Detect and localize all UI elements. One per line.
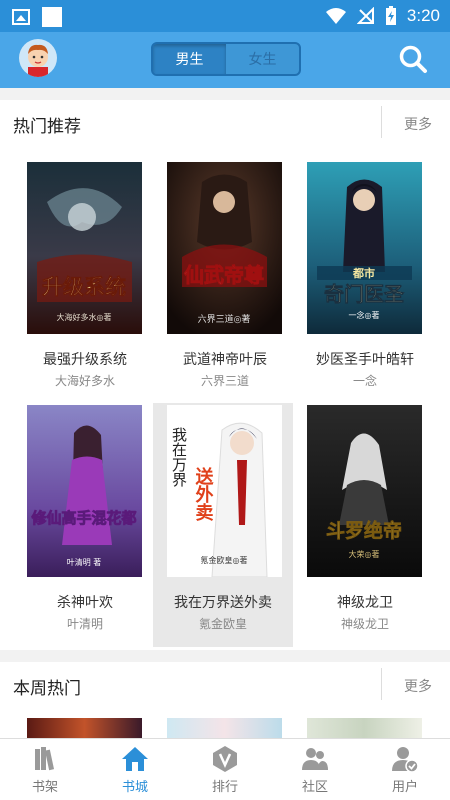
- book-cover: 仙武帝尊 六界三道◎著: [167, 162, 282, 334]
- status-time: 3:20: [406, 6, 440, 25]
- book-title: 最强升级系统: [43, 352, 127, 368]
- home-icon: [122, 747, 148, 771]
- cover-title-text: 斗罗绝帝: [326, 519, 402, 542]
- book-cover[interactable]: [27, 718, 142, 738]
- book-author: 氪金欧皇: [198, 617, 247, 631]
- cover-title-text: 仙武帝尊: [184, 263, 264, 287]
- cover-top-text: 都市: [352, 266, 375, 280]
- hot-recommend-section: 热门推荐 更多 升级系统 大海好多水◎著 最强升级系统 大海好多水 仙武帝尊 六…: [0, 100, 450, 650]
- divider: [381, 106, 382, 138]
- book-cover: 升级系统 大海好多水◎著: [27, 162, 142, 334]
- book-item[interactable]: 我在万界 送外卖 氪金欧皇◎著 我在万界送外卖 氪金欧皇: [153, 403, 293, 647]
- book-author: 一念: [352, 374, 377, 388]
- avatar[interactable]: [19, 39, 57, 77]
- book-title: 神级龙卫: [337, 595, 393, 611]
- tab-bookstore[interactable]: 书城: [90, 739, 180, 800]
- book-item[interactable]: 升级系统 大海好多水◎著 最强升级系统 大海好多水: [15, 162, 155, 402]
- cover-author-text: 六界三道◎著: [198, 313, 251, 325]
- tab-user[interactable]: 用户: [360, 739, 450, 800]
- book-author: 叶清明: [66, 617, 103, 631]
- tab-label: 书城: [121, 780, 148, 795]
- book-author: 大海好多水: [54, 374, 115, 388]
- weekly-hot-section: 本周热门 更多: [0, 662, 450, 738]
- community-icon: [302, 748, 328, 770]
- wifi-icon: [325, 8, 346, 24]
- book-item[interactable]: 修仙高手混花都 叶清明 著 杀神叶欢 叶清明: [15, 405, 155, 645]
- tab-ranking[interactable]: 排行: [180, 739, 270, 800]
- divider: [381, 668, 382, 700]
- cover-author-text: 一念◎著: [349, 310, 380, 320]
- book-cover[interactable]: [307, 718, 422, 738]
- bottom-tab-bar: 书架 书城 排行 社区 用户: [0, 738, 450, 800]
- cover-title-text: 修仙高手混花都: [30, 509, 136, 527]
- tab-male[interactable]: 男生: [153, 44, 226, 74]
- app-notification-icon: [42, 7, 62, 27]
- book-title: 武道神帝叶辰: [183, 352, 267, 368]
- tab-community[interactable]: 社区: [270, 739, 360, 800]
- app-header: 男生 女生: [0, 32, 450, 88]
- cover-author-text: 大荣◎著: [349, 549, 380, 559]
- cover-title-text: 奇门医圣: [324, 282, 405, 306]
- book-item[interactable]: 仙武帝尊 六界三道◎著 武道神帝叶辰 六界三道: [155, 162, 295, 402]
- ranking-icon: [213, 746, 237, 772]
- tab-label: 排行: [211, 780, 238, 795]
- book-title: 妙医圣手叶皓轩: [316, 352, 414, 368]
- status-bar: 3:20: [0, 0, 450, 32]
- tab-female[interactable]: 女生: [226, 44, 299, 74]
- section-title: 本周热门: [13, 679, 81, 699]
- search-icon[interactable]: [398, 44, 428, 74]
- cover-author-text: 叶清明 著: [67, 557, 102, 567]
- book-title: 我在万界送外卖: [174, 595, 272, 611]
- bookshelf-icon: [35, 747, 55, 771]
- more-link[interactable]: 更多: [404, 114, 432, 134]
- book-author: 六界三道: [200, 374, 249, 388]
- no-signal-icon: [356, 7, 374, 24]
- cover-title-text: 送外卖: [193, 466, 215, 522]
- cover-title-text: 我在万界: [170, 427, 188, 487]
- tab-label: 用户: [391, 780, 418, 795]
- cover-author-text: 大海好多水◎著: [57, 312, 112, 322]
- book-cover: 修仙高手混花都 叶清明 著: [27, 405, 142, 577]
- book-cover[interactable]: [167, 718, 282, 738]
- cover-title-text: 升级系统: [42, 274, 126, 299]
- book-cover: 我在万界 送外卖 氪金欧皇◎著: [167, 405, 282, 577]
- section-title: 热门推荐: [13, 117, 81, 137]
- more-link[interactable]: 更多: [404, 676, 432, 696]
- book-item[interactable]: 斗罗绝帝 大荣◎著 神级龙卫 神级龙卫: [295, 405, 435, 645]
- tab-label: 书架: [31, 780, 58, 795]
- user-icon: [392, 747, 419, 773]
- bookstore-content[interactable]: 热门推荐 更多 升级系统 大海好多水◎著 最强升级系统 大海好多水 仙武帝尊 六…: [0, 88, 450, 738]
- book-author: 神级龙卫: [340, 617, 389, 631]
- book-cover: 都市 奇门医圣 一念◎著: [307, 162, 422, 334]
- battery-charging-icon: [385, 6, 396, 25]
- book-title: 杀神叶欢: [57, 595, 113, 611]
- image-notification-icon: [12, 9, 30, 25]
- book-item[interactable]: 都市 奇门医圣 一念◎著 妙医圣手叶皓轩 一念: [295, 162, 435, 402]
- gender-segmented-control: 男生 女生: [151, 42, 301, 76]
- avatar-icon: [28, 44, 48, 77]
- book-cover: 斗罗绝帝 大荣◎著: [307, 405, 422, 577]
- cover-author-text: 氪金欧皇◎著: [201, 555, 248, 565]
- tab-bookshelf[interactable]: 书架: [0, 739, 90, 800]
- tab-label: 社区: [301, 780, 328, 795]
